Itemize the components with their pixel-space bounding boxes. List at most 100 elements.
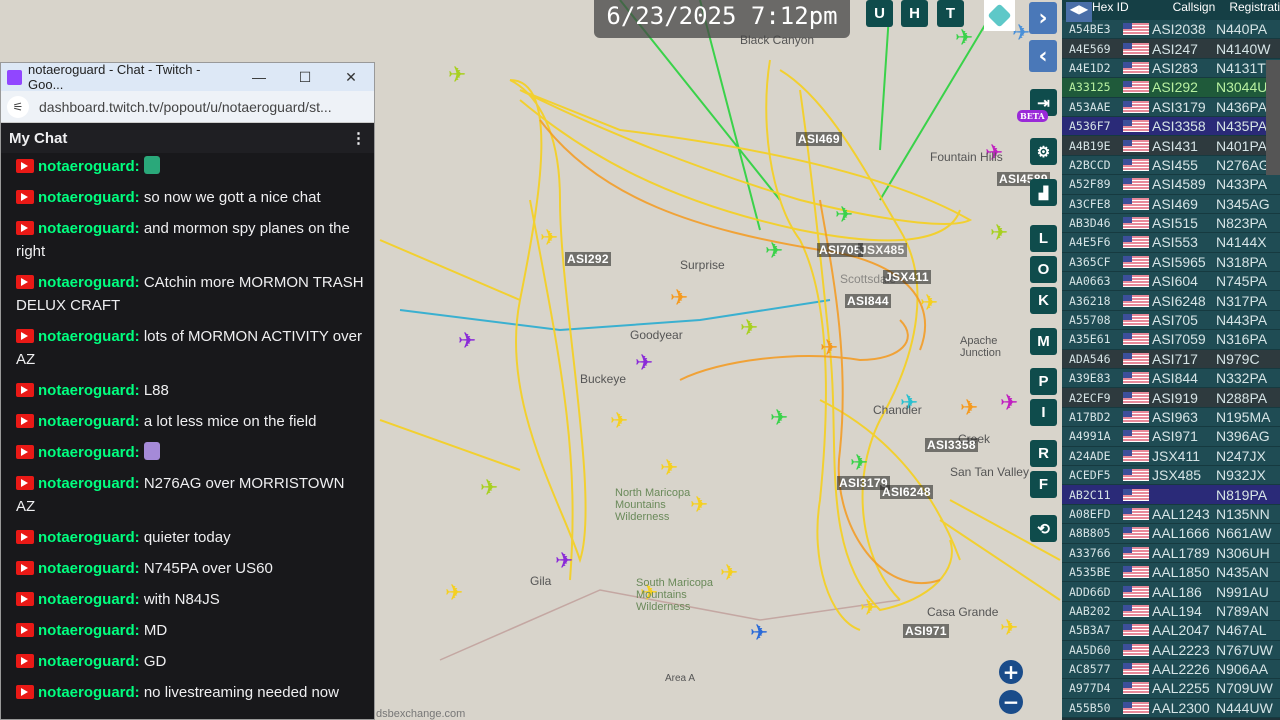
hex-id: AAB202 xyxy=(1069,603,1111,618)
chat-message: notaeroguard: L88 xyxy=(16,379,366,402)
us-flag-icon xyxy=(1123,23,1149,36)
table-row[interactable]: A24ADE JSX411 N247JX xyxy=(1062,446,1280,466)
close-button[interactable]: ✕ xyxy=(328,69,374,86)
chat-username[interactable]: notaeroguard: xyxy=(38,622,140,639)
aircraft-label[interactable]: ASI292 xyxy=(565,252,611,266)
table-row[interactable]: A4E1D2 ASI283 N4131T xyxy=(1062,58,1280,79)
table-row[interactable]: A4B19E ASI431 N401PA xyxy=(1062,136,1280,156)
aircraft-label[interactable]: ASI844 xyxy=(845,294,891,308)
table-row[interactable]: A17BD2 ASI963 N195MA xyxy=(1062,407,1280,428)
aircraft-label[interactable]: JSX411 xyxy=(883,270,931,284)
chat-username[interactable]: notaeroguard: xyxy=(38,274,140,291)
table-row[interactable]: AA5D60 AAL2223 N767UW xyxy=(1062,640,1280,660)
registration: N440PA xyxy=(1216,21,1268,38)
zoom-in-button[interactable]: + xyxy=(999,660,1023,684)
table-row[interactable]: ADA546 ASI717 N979C xyxy=(1062,349,1280,370)
table-row[interactable]: A55708 ASI705 N443PA xyxy=(1062,310,1280,331)
minimize-button[interactable]: — xyxy=(236,69,282,85)
table-row[interactable]: A52F89 ASI4589 N433PA xyxy=(1062,175,1280,195)
table-row[interactable]: A535BE AAL1850 N435AN xyxy=(1062,562,1280,583)
address-bar[interactable]: ⚟ dashboard.twitch.tv/popout/u/notaerogu… xyxy=(1,91,374,123)
collapse-left-button[interactable]: ‹ xyxy=(1029,40,1057,72)
chat-username[interactable]: notaeroguard: xyxy=(38,158,140,175)
table-row[interactable]: AAB202 AAL194 N789AN xyxy=(1062,601,1280,622)
chat-username[interactable]: notaeroguard: xyxy=(38,684,140,701)
table-row[interactable]: A3CFE8 ASI469 N345AG xyxy=(1062,194,1280,214)
table-row[interactable]: A39E83 ASI844 N332PA xyxy=(1062,369,1280,389)
table-row[interactable]: A977D4 AAL2255 N709UW xyxy=(1062,679,1280,699)
site-settings-icon[interactable]: ⚟ xyxy=(7,95,29,118)
chat-username[interactable]: notaeroguard: xyxy=(38,220,140,237)
expand-right-button[interactable]: › xyxy=(1029,2,1057,34)
table-row[interactable]: A54BE3 ASI2038 N440PA xyxy=(1062,20,1280,40)
chat-username[interactable]: notaeroguard: xyxy=(38,382,140,399)
table-row[interactable]: A8B805 AAL1666 N661AW xyxy=(1062,524,1280,544)
table-row[interactable]: ACEDF5 JSX485 N932JX xyxy=(1062,465,1280,486)
zoom-out-button[interactable]: − xyxy=(999,690,1023,714)
table-row[interactable]: A08EFD AAL1243 N135NN xyxy=(1062,504,1280,525)
table-row[interactable]: A4991A ASI971 N396AG xyxy=(1062,427,1280,447)
chat-username[interactable]: notaeroguard: xyxy=(38,653,140,670)
column-registration[interactable]: Registrati xyxy=(1229,0,1280,20)
chat-username[interactable]: notaeroguard: xyxy=(38,444,140,461)
table-row[interactable]: ADD66D AAL186 N991AU xyxy=(1062,582,1280,602)
registration: N709UW xyxy=(1216,680,1273,697)
table-row[interactable]: A36218 ASI6248 N317PA xyxy=(1062,291,1280,311)
map-button-f[interactable]: F xyxy=(1030,471,1057,498)
map-button-o[interactable]: O xyxy=(1030,256,1057,283)
map-button-i[interactable]: I xyxy=(1030,399,1057,426)
map-button-k[interactable]: K xyxy=(1030,287,1057,314)
broadcaster-badge-icon xyxy=(16,592,34,606)
table-row[interactable]: A2BCCD ASI455 N276AG xyxy=(1062,155,1280,176)
table-row[interactable]: A5B3A7 AAL2047 N467AL xyxy=(1062,621,1280,641)
chat-username[interactable]: notaeroguard: xyxy=(38,413,140,430)
table-row[interactable]: AB2C11 N819PA xyxy=(1062,485,1280,505)
settings-button[interactable]: ⚙ xyxy=(1030,138,1057,165)
aircraft-label[interactable]: ASI3358 xyxy=(925,438,978,452)
layers-button[interactable] xyxy=(984,0,1015,31)
table-row[interactable]: A4E569 ASI247 N4140W xyxy=(1062,39,1280,59)
maximize-button[interactable]: ☐ xyxy=(282,69,328,86)
table-row[interactable]: AB3D46 ASI515 N823PA xyxy=(1062,213,1280,234)
map-button-t[interactable]: T xyxy=(937,0,964,27)
more-options-icon[interactable]: ⋮ xyxy=(351,129,366,147)
chat-username[interactable]: notaeroguard: xyxy=(38,328,140,345)
map-button-m[interactable]: M xyxy=(1030,328,1057,355)
replay-button[interactable]: ⟲ xyxy=(1030,515,1057,542)
table-row[interactable]: A365CF ASI5965 N318PA xyxy=(1062,252,1280,273)
map-button-h[interactable]: H xyxy=(901,0,928,27)
aircraft-label[interactable]: ASI705 xyxy=(817,243,863,257)
table-row[interactable]: A33125 ASI292 N3044U xyxy=(1062,78,1280,98)
chat-username[interactable]: notaeroguard: xyxy=(38,189,140,206)
leaderboard-button[interactable]: ▟ xyxy=(1030,179,1057,206)
us-flag-icon xyxy=(1123,236,1149,249)
scrollbar[interactable] xyxy=(1266,60,1280,175)
chat-username[interactable]: notaeroguard: xyxy=(38,529,140,546)
map-button-r[interactable]: R xyxy=(1030,440,1057,467)
map-button-u[interactable]: U xyxy=(866,0,893,27)
chat-text: N745PA over US60 xyxy=(143,560,273,577)
table-row[interactable]: AC8577 AAL2226 N906AA xyxy=(1062,659,1280,680)
registration: N433PA xyxy=(1216,176,1268,193)
hex-id: A33125 xyxy=(1069,80,1111,95)
table-row[interactable]: AA0663 ASI604 N745PA xyxy=(1062,272,1280,292)
toggle-table-button[interactable]: ◀▶ xyxy=(1066,2,1092,22)
table-row[interactable]: A2ECF9 ASI919 N288PA xyxy=(1062,388,1280,408)
map-button-p[interactable]: P xyxy=(1030,368,1057,395)
aircraft-label[interactable]: JSX485 xyxy=(858,243,907,257)
aircraft-label[interactable]: ASI971 xyxy=(903,624,949,638)
map-button-l[interactable]: L xyxy=(1030,225,1057,252)
table-row[interactable]: A536F7 ASI3358 N435PA xyxy=(1062,116,1280,137)
table-row[interactable]: A35E61 ASI7059 N316PA xyxy=(1062,330,1280,350)
aircraft-label[interactable]: ASI469 xyxy=(796,132,842,146)
chat-username[interactable]: notaeroguard: xyxy=(38,591,140,608)
table-row[interactable]: A33766 AAL1789 N306UH xyxy=(1062,543,1280,563)
table-row[interactable]: A4E5F6 ASI553 N4144X xyxy=(1062,233,1280,253)
table-row[interactable]: A55B50 AAL2300 N444UW xyxy=(1062,698,1280,719)
chat-username[interactable]: notaeroguard: xyxy=(38,560,140,577)
column-callsign[interactable]: Callsign xyxy=(1173,0,1230,20)
callsign: AAL2255 xyxy=(1152,680,1210,697)
table-row[interactable]: A53AAE ASI3179 N436PA xyxy=(1062,97,1280,117)
chat-username[interactable]: notaeroguard: xyxy=(38,475,140,492)
aircraft-label[interactable]: ASI6248 xyxy=(880,485,933,499)
